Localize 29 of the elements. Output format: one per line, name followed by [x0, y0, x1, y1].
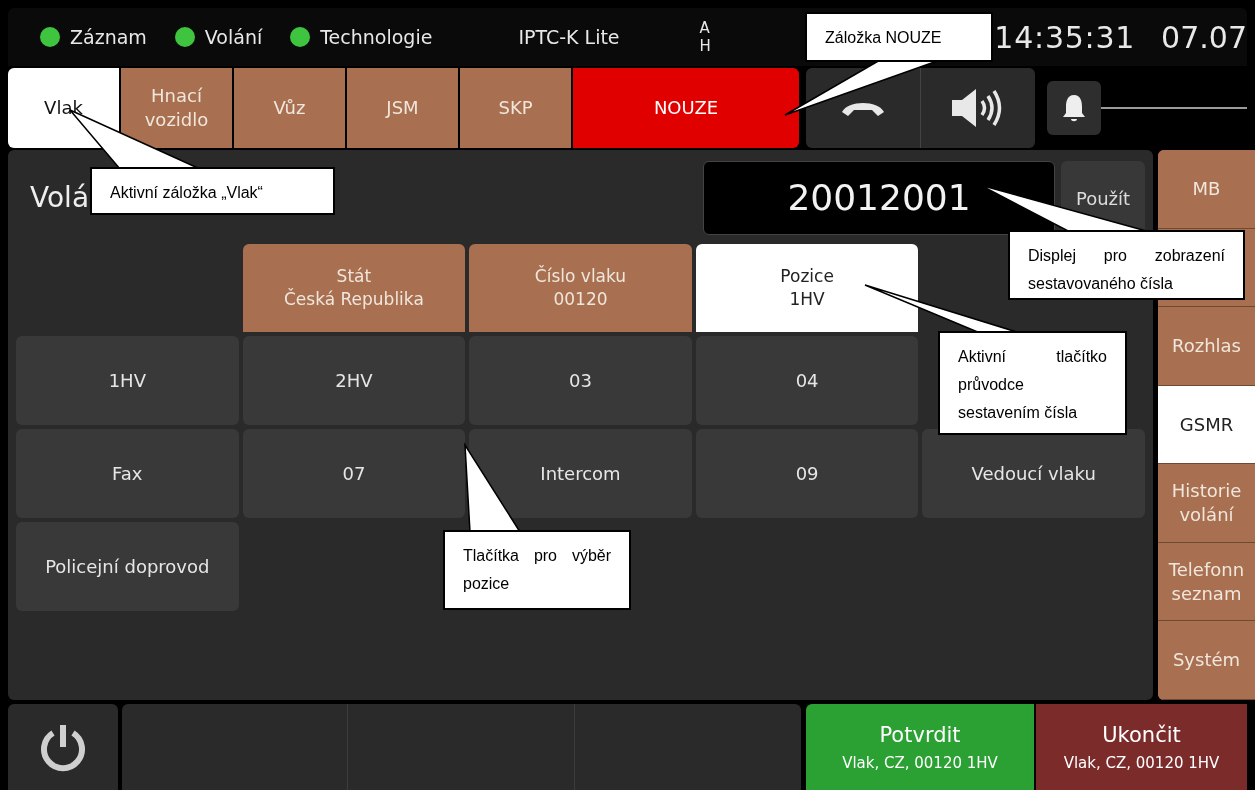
position-button[interactable]: 09 [695, 429, 919, 518]
position-button[interactable]: Policejní doprovod [16, 522, 239, 611]
clock-time: 14:35:31 [994, 18, 1136, 57]
bell-icon [1061, 93, 1087, 123]
position-button[interactable]: 04 [695, 336, 919, 425]
callout-note: Aktivní záložka „Vlak“ [90, 167, 335, 215]
product-name: IPTC-K Lite [518, 24, 620, 50]
position-button[interactable]: Fax [16, 429, 239, 518]
tab[interactable]: NOUZE [573, 68, 799, 148]
tab[interactable]: Vlak [8, 68, 119, 148]
power-button[interactable] [8, 704, 118, 790]
clipped-label: A H [699, 19, 711, 55]
position-button[interactable]: 07 [242, 429, 466, 518]
status-label: Technologie [320, 24, 433, 50]
date-text: 07.07 [1161, 18, 1247, 57]
position-button[interactable]: 1HV [16, 336, 239, 425]
number-display: 20012001 [703, 161, 1055, 235]
end-button[interactable]: Ukončit Vlak, CZ, 00120 1HV [1036, 704, 1247, 790]
position-button[interactable]: Vedoucí vlaku [922, 429, 1145, 518]
callout-note: Záložka NOUZE [805, 12, 993, 62]
position-button[interactable]: 03 [469, 336, 692, 425]
panel-title: Volá [30, 180, 90, 216]
sidebar-item[interactable]: GSMR [1158, 385, 1255, 465]
callout-note: Displej pro zobrazení sestavovaného čísla [1008, 230, 1245, 300]
position-button[interactable]: 2HV [242, 336, 466, 425]
status-label: Volání [204, 24, 263, 50]
bell-button[interactable] [1047, 81, 1101, 135]
position-button[interactable]: Intercom [469, 429, 692, 518]
status-label: Záznam [70, 24, 147, 50]
